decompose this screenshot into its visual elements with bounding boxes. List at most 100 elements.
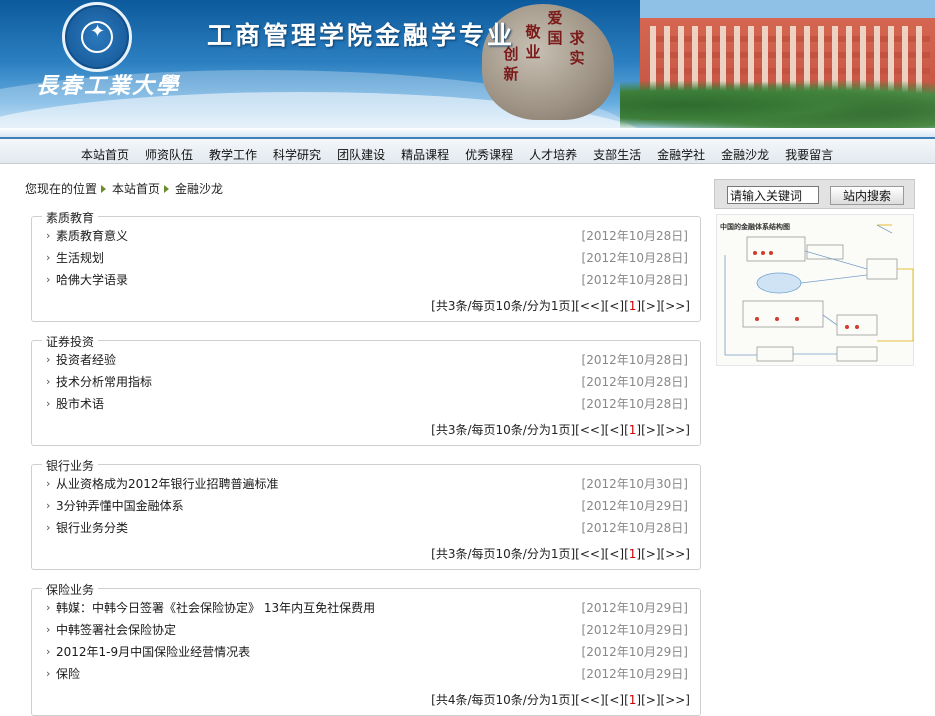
- diagram-dot: [755, 317, 759, 321]
- first-page-link[interactable]: [<<]: [575, 547, 604, 561]
- next-page-link[interactable]: [>]: [641, 299, 660, 313]
- last-page-link[interactable]: [>>]: [661, 693, 690, 707]
- last-page-link[interactable]: [>>]: [661, 299, 690, 313]
- financial-system-diagram[interactable]: 中国的金融体系结构图: [716, 214, 914, 366]
- nav-item[interactable]: 人才培养: [521, 146, 585, 163]
- article-date: [2012年10月30日]: [581, 477, 688, 491]
- caret-right-icon: ›: [46, 521, 51, 534]
- first-page-link[interactable]: [<<]: [575, 423, 604, 437]
- nav-item[interactable]: 本站首页: [73, 146, 137, 163]
- nav-item[interactable]: 支部生活: [585, 146, 649, 163]
- nav-item[interactable]: 师资队伍: [137, 146, 201, 163]
- next-page-link[interactable]: [>]: [641, 693, 660, 707]
- site-banner: 爱国 敬业 求实 创新 ✦ 長春工業大學 工商管理学院金融学专业: [0, 0, 935, 137]
- prev-page-link[interactable]: [<]: [605, 423, 624, 437]
- article-date: [2012年10月28日]: [581, 273, 688, 287]
- diagram-graphic: [724, 224, 914, 362]
- last-page-link[interactable]: [>>]: [661, 547, 690, 561]
- diagram-dot: [761, 251, 765, 255]
- banner-bottom-strip: [0, 128, 935, 137]
- article-link[interactable]: 从业资格成为2012年银行业招聘普遍标准: [56, 475, 279, 493]
- article-link[interactable]: 保险: [56, 665, 80, 683]
- prev-page-link[interactable]: [<]: [605, 693, 624, 707]
- article-link[interactable]: 银行业务分类: [56, 519, 128, 537]
- caret-right-icon: ›: [46, 273, 51, 286]
- caret-right-icon: ›: [46, 375, 51, 388]
- article-date: [2012年10月29日]: [581, 667, 688, 681]
- article-link[interactable]: 哈佛大学语录: [56, 271, 128, 289]
- article-link[interactable]: 中韩签署社会保险协定: [56, 621, 176, 639]
- site-search-button[interactable]: 站内搜索: [830, 186, 904, 205]
- pagination: [共3条/每页10条/分为1页][<<][<][1][>][>>]: [431, 545, 690, 562]
- diagram-connector: [877, 268, 914, 342]
- diagram-dot: [795, 317, 799, 321]
- nav-item[interactable]: 金融沙龙: [713, 146, 777, 163]
- building-trees: [620, 80, 935, 130]
- diagram-node: [746, 236, 806, 262]
- next-page-link[interactable]: [>]: [641, 423, 660, 437]
- diagram-connector: [804, 250, 868, 270]
- caret-right-icon: ›: [46, 667, 51, 680]
- article-link[interactable]: 素质教育意义: [56, 227, 128, 245]
- nav-item[interactable]: 团队建设: [329, 146, 393, 163]
- caret-right-icon: ›: [46, 397, 51, 410]
- pagination-info: [共3条/每页10条/分为1页]: [431, 547, 576, 561]
- prev-page-link[interactable]: [<]: [605, 547, 624, 561]
- breadcrumb-current[interactable]: 金融沙龙: [175, 182, 223, 196]
- list-item: › 投资者经验 [2012年10月28日]: [46, 351, 694, 373]
- article-link[interactable]: 韩媒：中韩今日签署《社会保险协定》 13年内互免社保费用: [56, 599, 375, 617]
- nav-list: 本站首页 师资队伍 教学工作 科学研究 团队建设 精品课程 优秀课程 人才培养 支部生活 金融学社…: [73, 146, 841, 163]
- article-link[interactable]: 技术分析常用指标: [56, 373, 152, 391]
- next-page-link[interactable]: [>]: [641, 547, 660, 561]
- university-logo-icon[interactable]: ✦: [62, 2, 132, 72]
- list-item: › 韩媒：中韩今日签署《社会保险协定》 13年内互免社保费用 [2012年10月29…: [46, 599, 694, 621]
- nav-item[interactable]: 精品课程: [393, 146, 457, 163]
- diagram-node: [742, 300, 824, 328]
- list-item: › 技术分析常用指标 [2012年10月28日]: [46, 373, 694, 395]
- last-page-link[interactable]: [>>]: [661, 423, 690, 437]
- diagram-dot: [855, 325, 859, 329]
- list-item: › 中韩签署社会保险协定 [2012年10月29日]: [46, 621, 694, 643]
- pagination-info: [共3条/每页10条/分为1页]: [431, 423, 576, 437]
- search-panel: 站内搜索: [714, 179, 915, 209]
- prev-page-link[interactable]: [<]: [605, 299, 624, 313]
- article-link[interactable]: 3分钟弄懂中国金融体系: [56, 497, 184, 515]
- search-input[interactable]: [727, 186, 819, 204]
- nav-item[interactable]: 教学工作: [201, 146, 265, 163]
- logo-star-icon: ✦: [90, 21, 106, 42]
- university-name: 長春工業大學: [36, 73, 181, 99]
- section-title: 素质教育: [42, 209, 99, 226]
- article-list: › 投资者经验 [2012年10月28日] › 技术分析常用指标 [2012年10月28日…: [46, 351, 694, 417]
- rock-inscription: 敬业: [525, 23, 541, 61]
- first-page-link[interactable]: [<<]: [575, 299, 604, 313]
- article-link[interactable]: 生活规划: [56, 249, 104, 267]
- article-date: [2012年10月28日]: [581, 397, 688, 411]
- first-page-link[interactable]: [<<]: [575, 693, 604, 707]
- article-date: [2012年10月29日]: [581, 645, 688, 659]
- article-link[interactable]: 2012年1-9月中国保险业经营情况表: [56, 643, 250, 661]
- nav-item[interactable]: 优秀课程: [457, 146, 521, 163]
- nav-item[interactable]: 科学研究: [265, 146, 329, 163]
- list-item: › 3分钟弄懂中国金融体系 [2012年10月29日]: [46, 497, 694, 519]
- diagram-dot: [753, 251, 757, 255]
- rock-inscription: 求实: [569, 29, 585, 67]
- article-list: › 素质教育意义 [2012年10月28日] › 生活规划 [2012年10月28日] › 哈…: [46, 227, 694, 293]
- list-item: › 股市术语 [2012年10月28日]: [46, 395, 694, 417]
- rock-inscription: 爱国: [547, 9, 563, 47]
- article-date: [2012年10月29日]: [581, 499, 688, 513]
- diagram-node: [866, 258, 898, 280]
- article-date: [2012年10月29日]: [581, 623, 688, 637]
- list-item: › 生活规划 [2012年10月28日]: [46, 249, 694, 271]
- article-link[interactable]: 投资者经验: [56, 351, 116, 369]
- breadcrumb-home-link[interactable]: 本站首页: [112, 182, 160, 196]
- list-item: › 保险 [2012年10月29日]: [46, 665, 694, 687]
- diagram-node: [756, 346, 794, 362]
- diagram-node: [756, 272, 802, 294]
- news-section: 素质教育 › 素质教育意义 [2012年10月28日] › 生活规划 [2012年10月28…: [31, 209, 701, 322]
- nav-item[interactable]: 金融学社: [649, 146, 713, 163]
- caret-right-icon: ›: [46, 229, 51, 242]
- nav-item[interactable]: 我要留言: [777, 146, 841, 163]
- list-item: › 哈佛大学语录 [2012年10月28日]: [46, 271, 694, 293]
- article-link[interactable]: 股市术语: [56, 395, 104, 413]
- main-nav: 本站首页 师资队伍 教学工作 科学研究 团队建设 精品课程 优秀课程 人才培养 支部生活 金融学社…: [0, 137, 935, 164]
